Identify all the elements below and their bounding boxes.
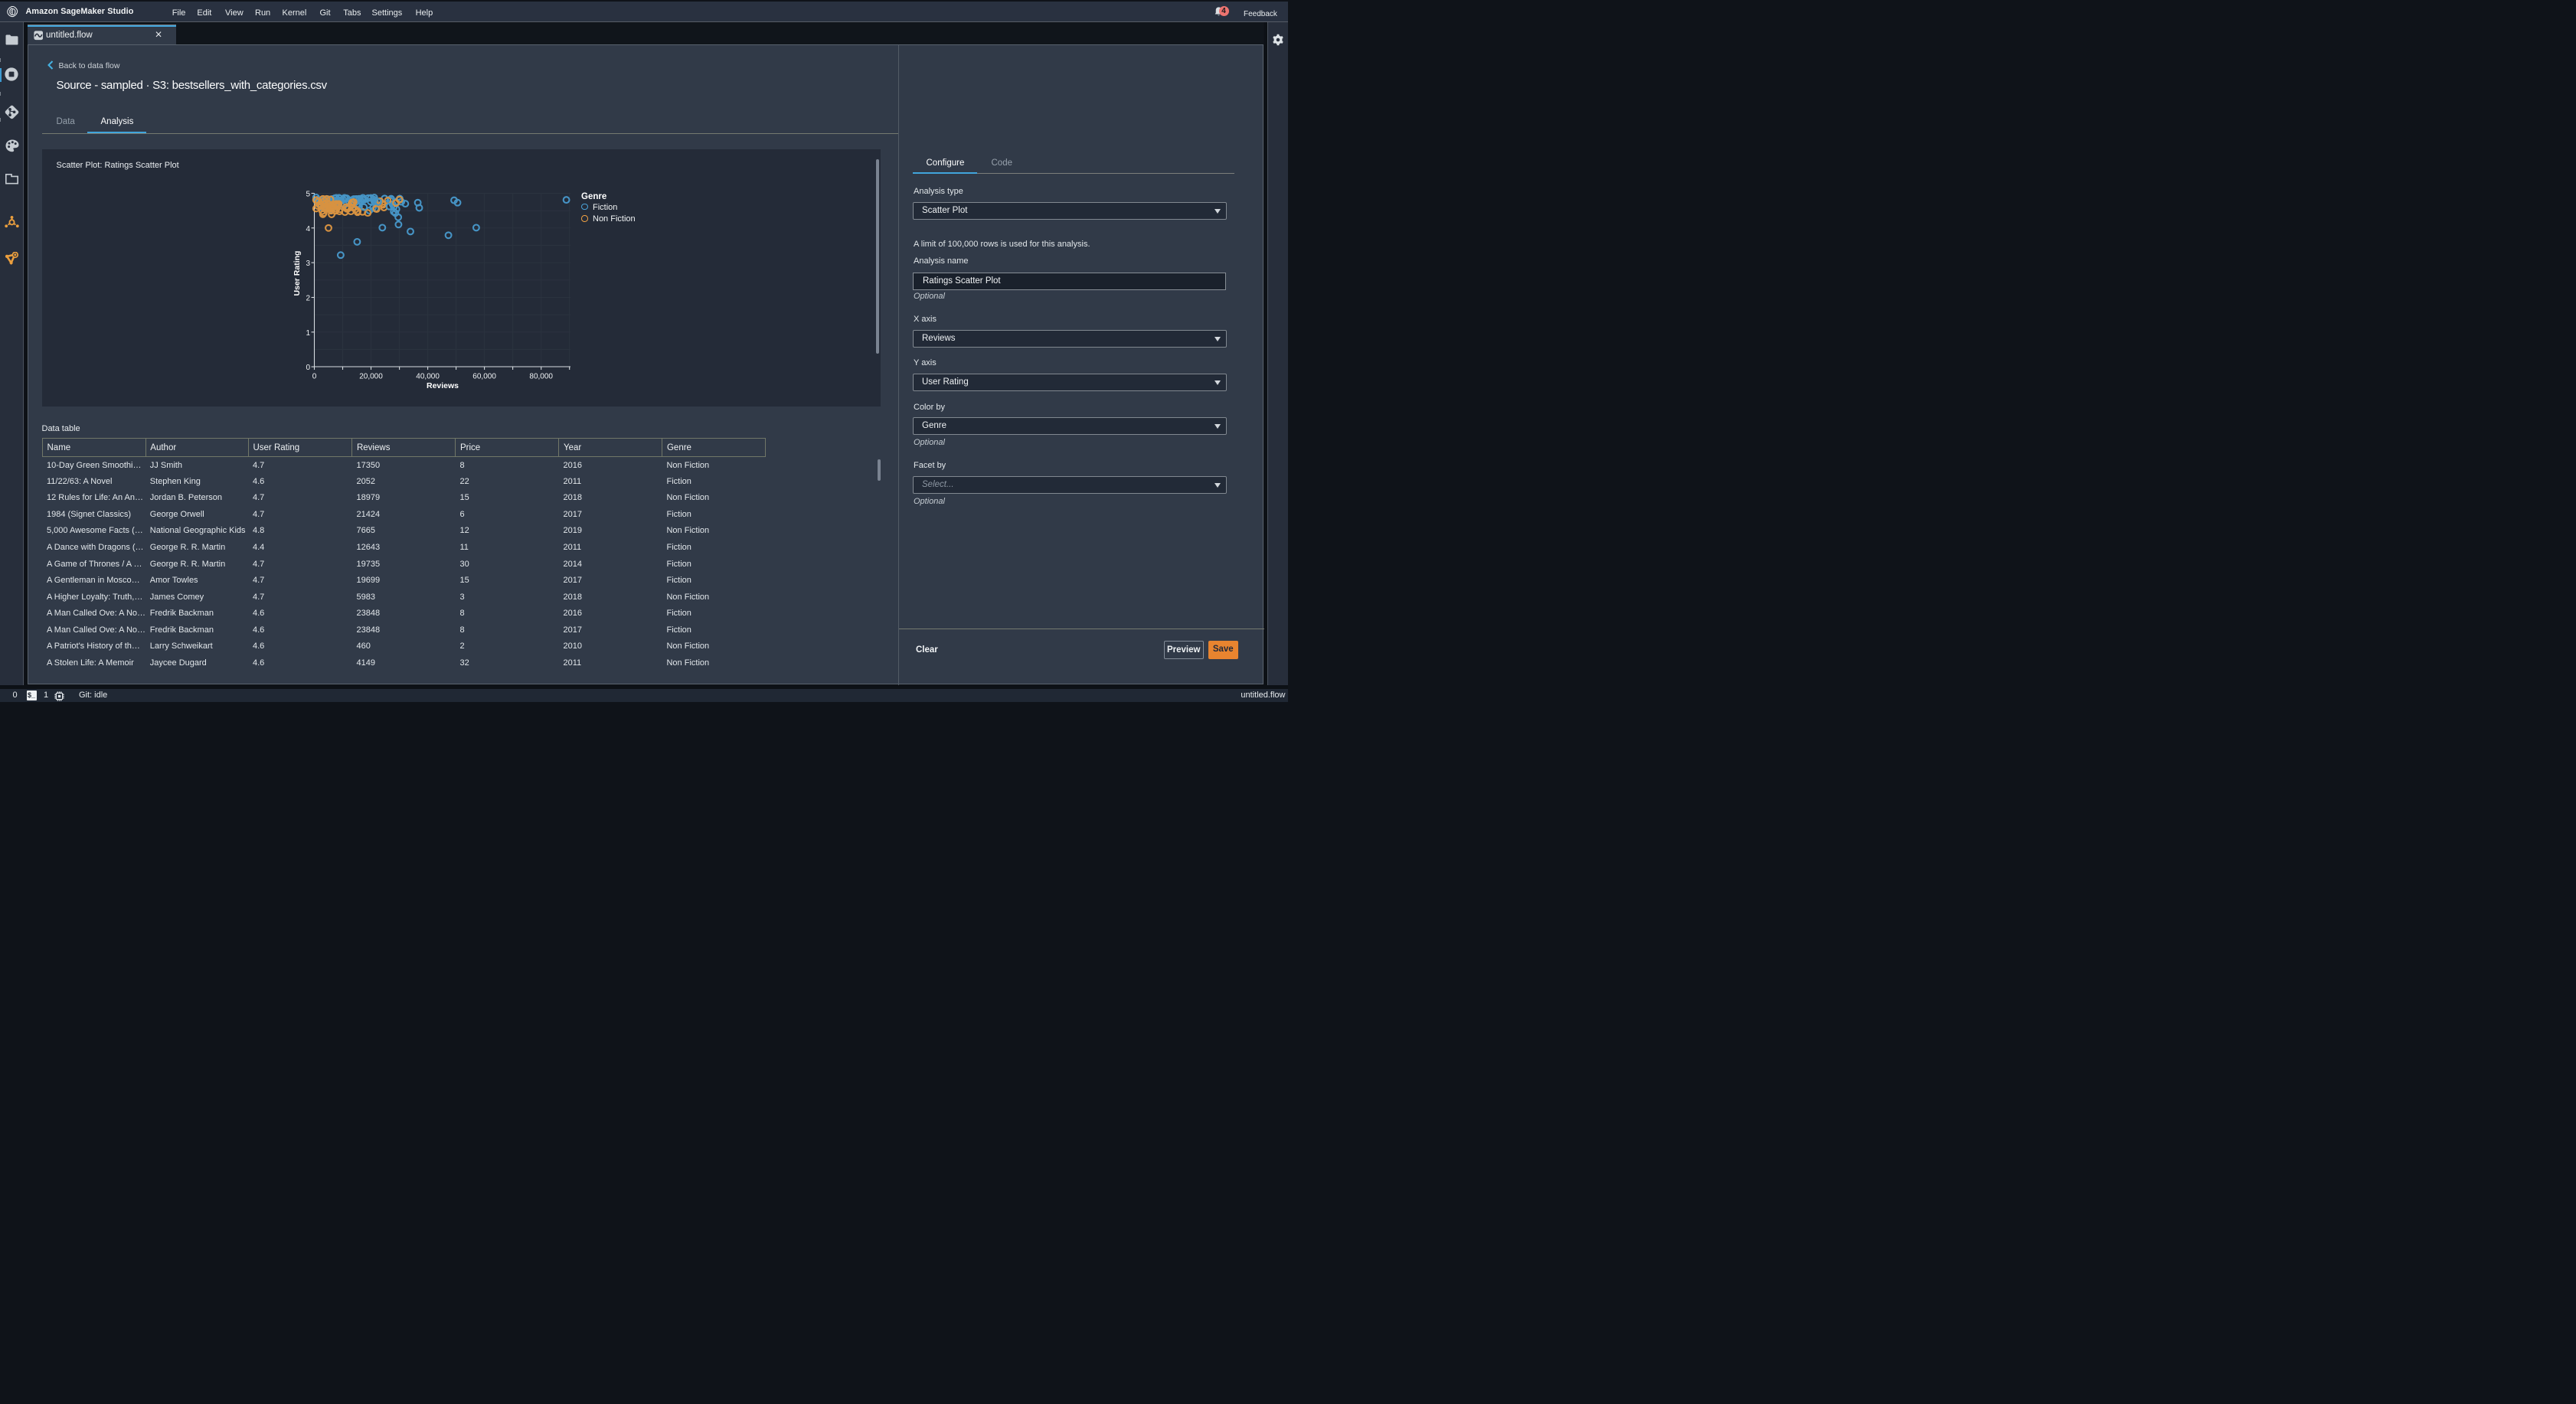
svg-text:0: 0 xyxy=(312,372,317,380)
svg-text:40,000: 40,000 xyxy=(416,372,440,380)
svg-text:20,000: 20,000 xyxy=(359,372,383,380)
svg-text:0: 0 xyxy=(306,364,310,372)
svg-text:1: 1 xyxy=(306,328,310,337)
svg-text:80,000: 80,000 xyxy=(529,372,553,380)
svg-text:4: 4 xyxy=(306,224,310,233)
svg-text:5: 5 xyxy=(306,190,310,198)
svg-text:3: 3 xyxy=(306,260,310,268)
svg-text:2: 2 xyxy=(306,294,310,302)
svg-text:User Rating: User Rating xyxy=(293,250,302,295)
svg-text:Reviews: Reviews xyxy=(427,381,459,390)
svg-text:60,000: 60,000 xyxy=(472,372,496,380)
